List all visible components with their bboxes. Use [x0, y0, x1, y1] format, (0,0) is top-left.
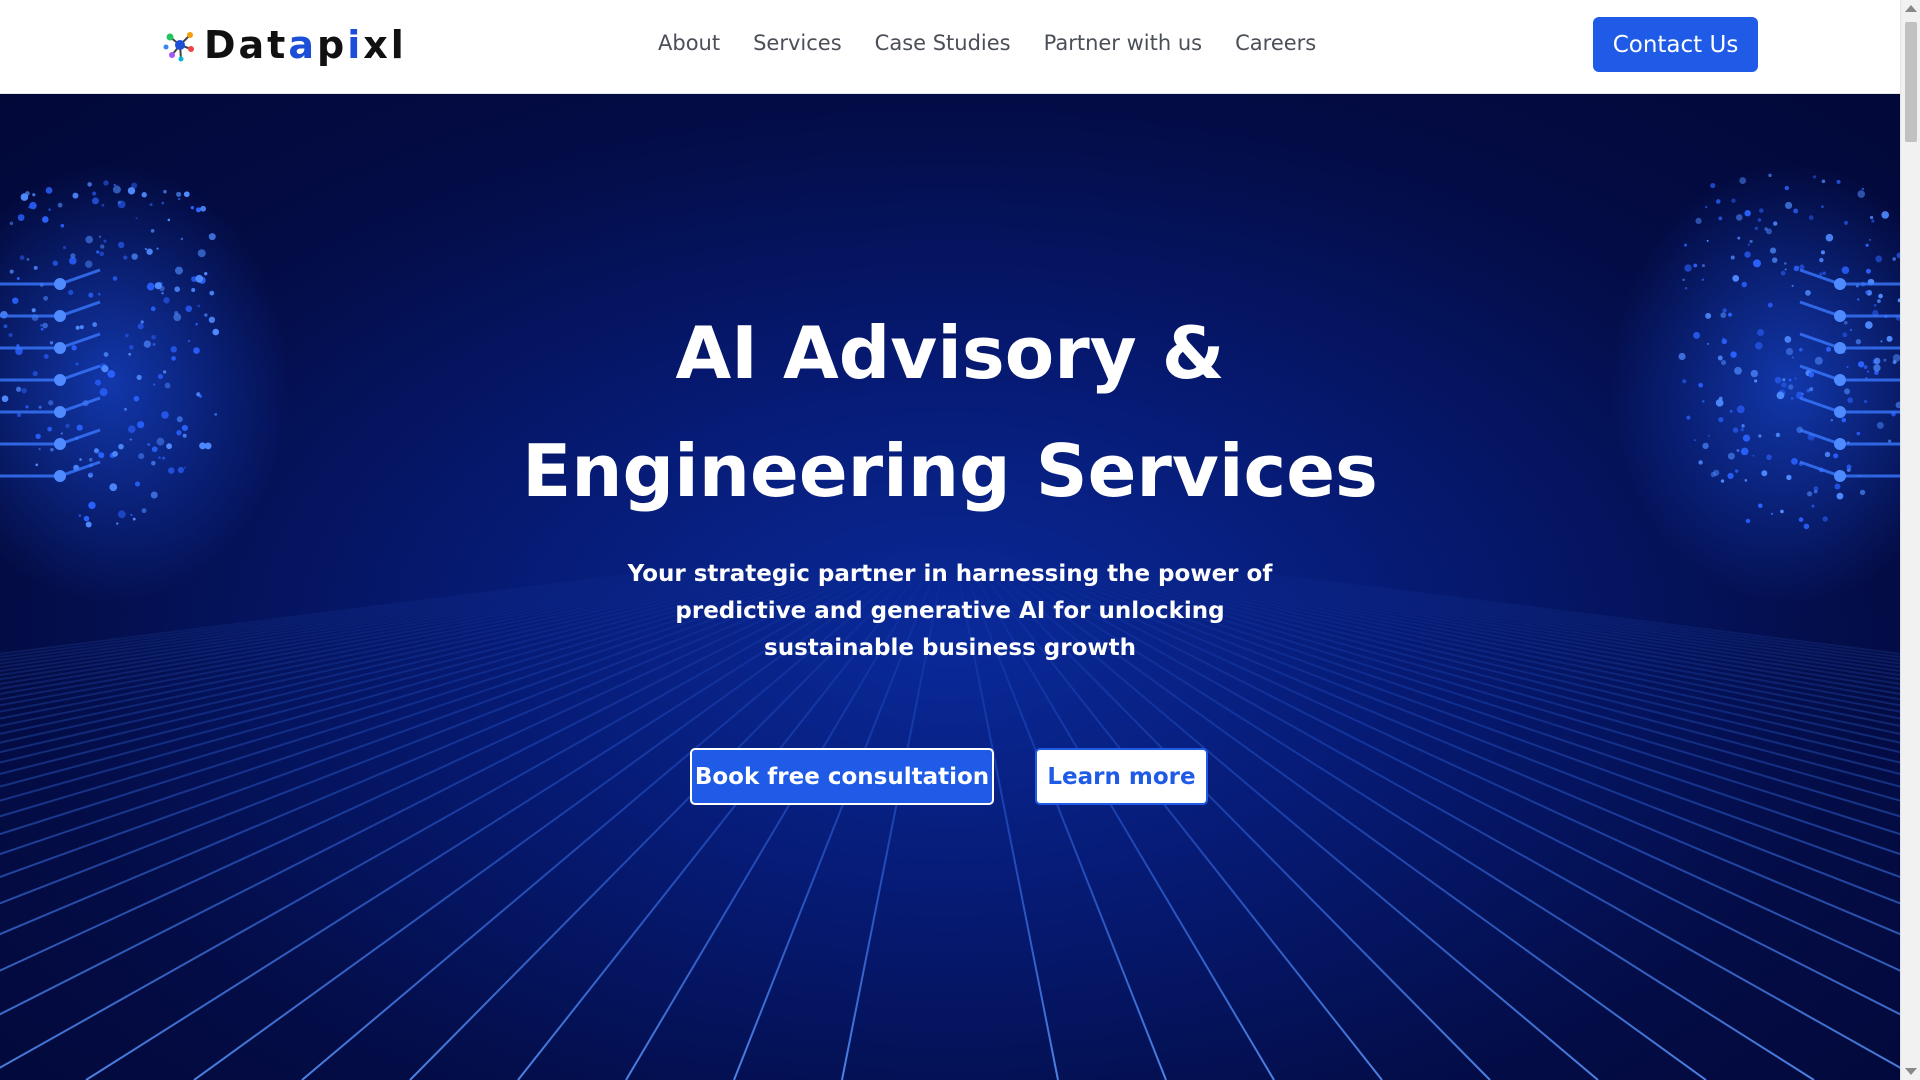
nav-services[interactable]: Services — [753, 24, 842, 62]
scroll-up-arrow-icon[interactable] — [1905, 5, 1917, 12]
logo[interactable]: Datapixl — [160, 22, 407, 68]
scrollbar-thumb[interactable] — [1905, 22, 1917, 142]
scroll-down-arrow-icon[interactable] — [1905, 1068, 1917, 1075]
main-nav: About Services Case Studies Partner with… — [658, 24, 1349, 62]
book-consultation-button[interactable]: Book free consultation — [690, 748, 994, 805]
hero-section: AI Advisory & Engineering Services Your … — [0, 94, 1900, 1080]
nav-careers[interactable]: Careers — [1235, 24, 1316, 62]
page: Datapixl About Services Case Studies Par… — [0, 0, 1920, 1080]
hero-title-line-1: AI Advisory & — [675, 311, 1225, 395]
hero-subtitle: Your strategic partner in harnessing the… — [627, 561, 1273, 661]
nav-partner-with-us[interactable]: Partner with us — [1044, 24, 1202, 62]
nav-case-studies[interactable]: Case Studies — [875, 24, 1011, 62]
learn-more-button[interactable]: Learn more — [1035, 748, 1208, 805]
hero-title-line-2: Engineering Services — [522, 429, 1378, 513]
nav-about[interactable]: About — [658, 24, 720, 62]
hero-title: AI Advisory & Engineering Services — [0, 294, 1900, 530]
brand-name: Datapixl — [204, 23, 407, 67]
molecule-icon — [163, 32, 194, 62]
site-header: Datapixl About Services Case Studies Par… — [0, 0, 1900, 94]
contact-us-button[interactable]: Contact Us — [1593, 17, 1758, 72]
vertical-scrollbar[interactable] — [1900, 0, 1920, 1080]
